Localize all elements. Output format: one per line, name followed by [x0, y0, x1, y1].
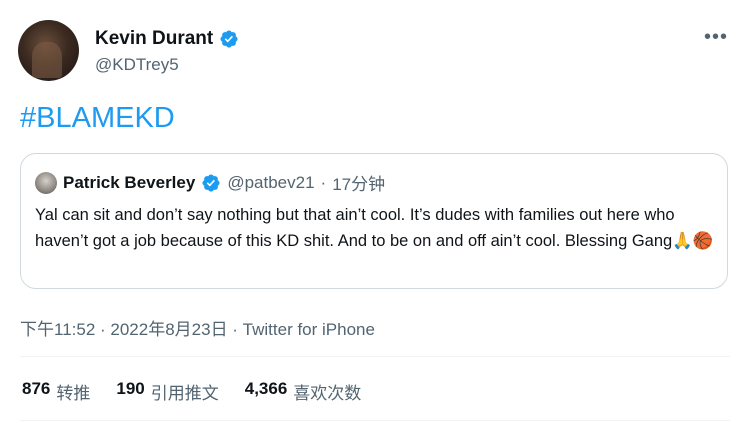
quoted-author-avatar	[35, 171, 57, 194]
retweets-count: 876	[22, 379, 51, 398]
retweets-stat[interactable]: 876 转推	[22, 379, 90, 404]
author-handle[interactable]: @KDTrey5	[95, 55, 179, 75]
author-name: Kevin Durant	[95, 28, 214, 49]
quoted-author-name: Patrick Beverley	[63, 172, 196, 192]
author-avatar[interactable]	[18, 20, 79, 81]
tweet-card: Kevin Durant @KDTrey5 ••• #BLAMEKD Patri…	[0, 0, 750, 424]
quoted-tweet-text-block: Yal can sit and don’t say nothing but th…	[35, 203, 715, 254]
likes-count: 4,366	[244, 379, 288, 398]
likes-stat[interactable]: 4,366 喜欢次数	[245, 379, 362, 404]
tweet-timestamp[interactable]: 下午11:52 · 2022年8月23日 · Twitter for iPhon…	[20, 315, 375, 340]
quoted-tweet[interactable]: Patrick Beverley @patbev21 · 17分钟 Yal ca…	[20, 153, 728, 289]
quoted-tweet-time: 17分钟	[332, 175, 386, 194]
quotes-stat[interactable]: 190 引用推文	[116, 379, 218, 404]
meta-separator: ·	[320, 172, 327, 192]
quoted-author-handle: @patbev21	[227, 172, 315, 192]
quoted-tweet-emojis: 🙏🏀	[672, 231, 714, 250]
retweets-label: 转推	[56, 384, 91, 403]
quotes-count: 190	[116, 379, 145, 398]
author-name-row[interactable]: Kevin Durant	[95, 28, 239, 50]
verified-badge-icon	[220, 30, 238, 48]
divider	[20, 420, 730, 421]
quoted-tweet-text: Yal can sit and don’t say nothing but th…	[35, 206, 675, 250]
quoted-tweet-header: Patrick Beverley @patbev21 · 17分钟	[35, 170, 385, 195]
divider	[20, 356, 730, 357]
hashtag-link[interactable]: #BLAMEKD	[20, 102, 175, 135]
verified-badge-icon	[202, 173, 220, 192]
engagement-stats: 876 转推 190 引用推文 4,366 喜欢次数	[22, 379, 361, 404]
more-options-icon[interactable]: •••	[704, 26, 728, 49]
quotes-label: 引用推文	[150, 384, 219, 403]
likes-label: 喜欢次数	[293, 384, 362, 403]
